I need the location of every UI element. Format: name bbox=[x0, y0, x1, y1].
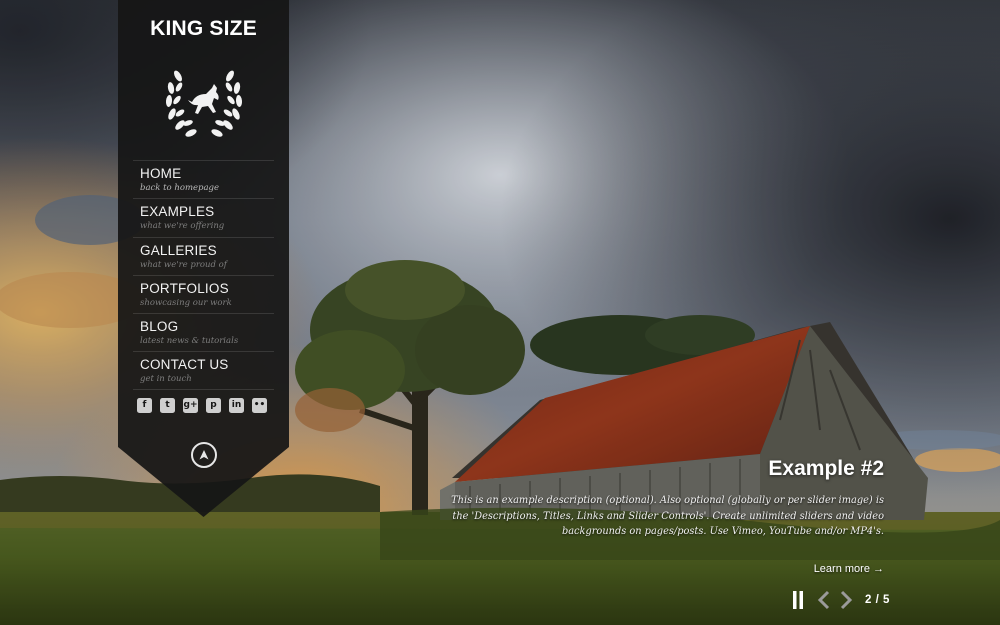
slide-caption: Example #2 This is an example descriptio… bbox=[444, 457, 884, 540]
menu-label: EXAMPLES bbox=[140, 204, 215, 220]
pinterest-icon[interactable]: p bbox=[206, 398, 221, 413]
menu-label: BLOG bbox=[140, 319, 179, 335]
pause-button[interactable] bbox=[788, 588, 808, 612]
main-menu: HOME back to homepage EXAMPLES what we'r… bbox=[133, 160, 274, 390]
previous-slide-button[interactable] bbox=[814, 588, 834, 612]
social-links: f t g+ p in •• bbox=[137, 398, 267, 413]
flickr-icon[interactable]: •• bbox=[252, 398, 267, 413]
menu-subtitle: get in touch bbox=[140, 374, 192, 385]
menu-label: HOME bbox=[140, 166, 182, 181]
menu-item-examples[interactable]: EXAMPLES what we're offering bbox=[133, 198, 274, 236]
learn-more-link[interactable]: Learn more → bbox=[814, 563, 884, 575]
menu-item-home[interactable]: HOME back to homepage bbox=[133, 160, 274, 198]
menu-subtitle: showcasing our work bbox=[140, 297, 232, 308]
twitter-icon[interactable]: t bbox=[160, 398, 175, 413]
navigation-arrow-button[interactable] bbox=[191, 442, 217, 468]
menu-subtitle: latest news & tutorials bbox=[140, 336, 239, 347]
facebook-icon[interactable]: f bbox=[137, 398, 152, 413]
next-slide-button[interactable] bbox=[836, 588, 856, 612]
menu-subtitle: back to homepage bbox=[140, 183, 220, 193]
linkedin-icon[interactable]: in bbox=[229, 398, 244, 413]
pause-icon bbox=[793, 591, 803, 609]
menu-item-contact-us[interactable]: CONTACT US get in touch bbox=[133, 351, 274, 390]
slider-controls: 2 / 5 bbox=[788, 588, 890, 612]
menu-label: GALLERIES bbox=[140, 242, 217, 258]
menu-item-galleries[interactable]: GALLERIES what we're proud of bbox=[133, 236, 274, 275]
menu-item-blog[interactable]: BLOG latest news & tutorials bbox=[133, 313, 274, 351]
menu-subtitle: what we're proud of bbox=[140, 259, 227, 270]
sidebar: KING SIZE HOME back to homepage EXAMPLES… bbox=[118, 0, 289, 517]
chevron-left-icon bbox=[817, 590, 830, 610]
google-plus-icon[interactable]: g+ bbox=[183, 398, 198, 413]
site-title[interactable]: KING SIZE bbox=[118, 17, 289, 41]
slide-description: This is an example description (optional… bbox=[451, 495, 884, 537]
chevron-right-icon bbox=[840, 590, 853, 610]
menu-label: PORTFOLIOS bbox=[140, 280, 229, 296]
menu-label: CONTACT US bbox=[140, 357, 229, 373]
slide-title: Example #2 bbox=[768, 457, 884, 480]
navigation-arrow-icon bbox=[199, 450, 209, 460]
menu-item-portfolios[interactable]: PORTFOLIOS showcasing our work bbox=[133, 274, 274, 313]
slide-counter: 2 / 5 bbox=[865, 594, 890, 606]
menu-subtitle: what we're offering bbox=[140, 221, 225, 232]
laurel-wreath-horse-logo[interactable] bbox=[162, 58, 246, 142]
